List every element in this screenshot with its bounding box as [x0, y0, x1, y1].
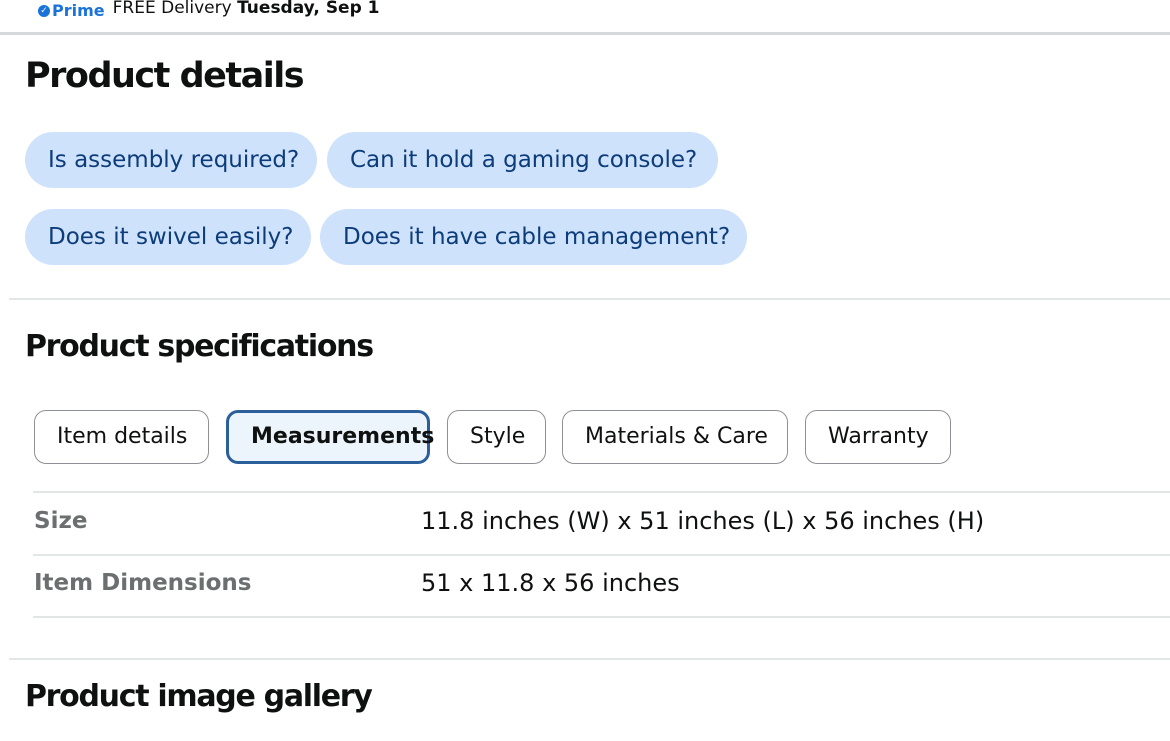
- table-row-rule: [33, 491, 1170, 493]
- tab-measurements[interactable]: Measurements: [226, 410, 434, 464]
- prime-badge: ✓ Prime: [38, 0, 105, 22]
- question-chip[interactable]: Does it have cable management?: [320, 209, 747, 265]
- tab-materials-care[interactable]: Materials & Care: [562, 410, 788, 464]
- delivery-text: FREE Delivery: [112, 0, 232, 18]
- table-row-rule: [33, 616, 1170, 618]
- tab-style[interactable]: Style: [447, 410, 546, 464]
- delivery-date: Tuesday, Sep 1: [237, 0, 380, 18]
- question-chip[interactable]: Can it hold a gaming console?: [327, 132, 718, 188]
- prime-label: Prime: [52, 1, 105, 20]
- spec-value-item-dimensions: 51 x 11.8 x 56 inches: [421, 569, 680, 597]
- check-circle-icon: ✓: [38, 5, 50, 17]
- spec-label-item-dimensions: Item Dimensions: [34, 570, 252, 596]
- tab-item-details[interactable]: Item details: [34, 410, 209, 464]
- product-image-gallery-title: Product image gallery: [25, 679, 373, 714]
- product-specifications-title: Product specifications: [25, 329, 374, 364]
- delivery-bar: ✓ Prime FREE Delivery Tuesday, Sep 1: [0, 0, 1170, 35]
- section-divider: [9, 658, 1170, 660]
- question-chip[interactable]: Does it swivel easily?: [25, 209, 311, 265]
- section-divider: [9, 298, 1170, 300]
- table-row-rule: [33, 554, 1170, 556]
- product-page: ✓ Prime FREE Delivery Tuesday, Sep 1 Produ…: [0, 0, 1170, 741]
- product-details-title: Product details: [25, 56, 305, 96]
- spec-label-size: Size: [34, 508, 88, 534]
- spec-value-size: 11.8 inches (W) x 51 inches (L) x 56 inc…: [421, 507, 985, 535]
- question-chip[interactable]: Is assembly required?: [25, 132, 317, 188]
- tab-warranty[interactable]: Warranty: [805, 410, 951, 464]
- delivery-line: ✓ Prime FREE Delivery Tuesday, Sep 1: [38, 0, 380, 22]
